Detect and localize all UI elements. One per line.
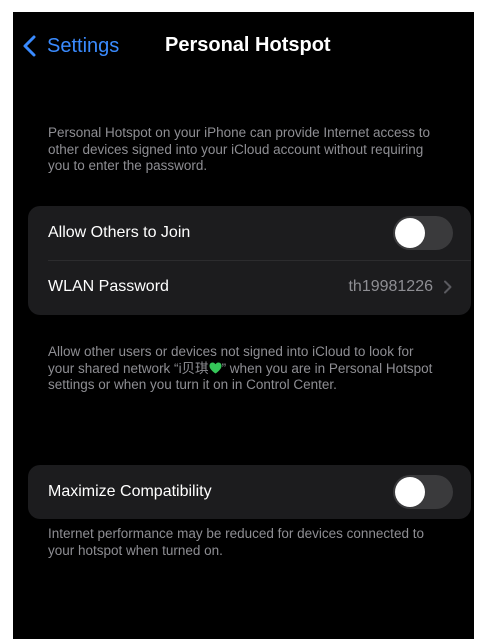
sharing-settings-group: Allow Others to Join WLAN Password th199…: [28, 206, 471, 315]
compatibility-group: Maximize Compatibility: [28, 465, 471, 519]
wlan-password-row[interactable]: WLAN Password th19981226: [28, 260, 471, 314]
hotspot-settings-screen: Settings Personal Hotspot Personal Hotsp…: [13, 12, 474, 639]
back-button[interactable]: Settings: [19, 34, 119, 58]
wlan-password-value: th19981226: [348, 278, 433, 295]
wlan-password-label: WLAN Password: [48, 278, 169, 295]
network-name: i贝琪: [178, 360, 209, 376]
maximize-compatibility-row: Maximize Compatibility: [28, 465, 471, 519]
allow-others-label: Allow Others to Join: [48, 224, 191, 241]
maximize-compatibility-toggle[interactable]: [393, 475, 453, 509]
green-heart-icon: [209, 361, 222, 374]
compatibility-footer-text: Internet performance may be reduced for …: [48, 526, 424, 558]
navigation-bar: Settings Personal Hotspot: [13, 12, 474, 76]
chevron-left-icon: [23, 35, 36, 57]
allow-others-toggle[interactable]: [393, 216, 453, 250]
chevron-right-icon: [444, 280, 452, 294]
maximize-compatibility-label: Maximize Compatibility: [48, 483, 212, 500]
page-title: Personal Hotspot: [165, 34, 331, 56]
allow-others-row: Allow Others to Join: [28, 206, 471, 260]
intro-description: Personal Hotspot on your iPhone can prov…: [48, 125, 430, 173]
toggle-knob: [395, 477, 425, 507]
toggle-knob: [395, 218, 425, 248]
sharing-footer-text: Allow other users or devices not signed …: [48, 344, 443, 394]
back-button-label: Settings: [47, 34, 120, 57]
